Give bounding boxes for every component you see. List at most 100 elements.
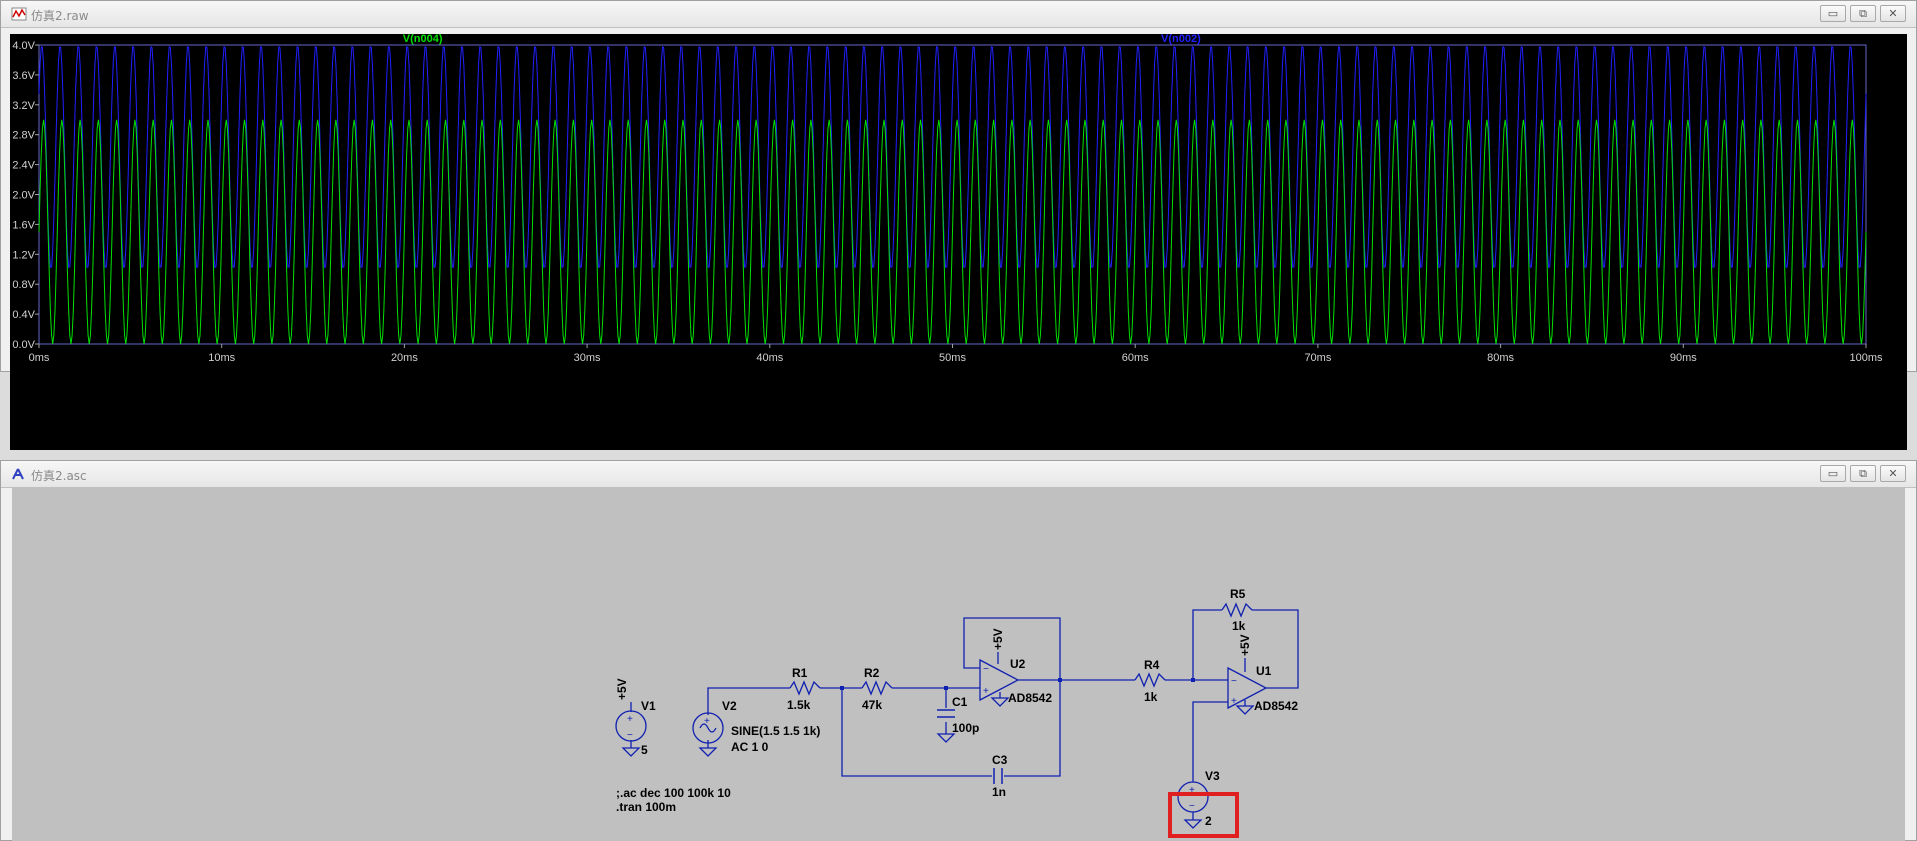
trace-v-n004-[interactable] — [38, 119, 1867, 345]
c1-value[interactable]: 100p — [952, 721, 979, 735]
v2-value[interactable]: SINE(1.5 1.5 1k) — [731, 724, 820, 738]
plus-sign: + — [704, 716, 710, 727]
x-tick-label: 70ms — [1304, 352, 1331, 364]
highlight-box — [1168, 792, 1239, 838]
c3-value[interactable]: 1n — [992, 785, 1006, 799]
v3-name[interactable]: V3 — [1205, 769, 1220, 783]
x-tick-label: 40ms — [756, 352, 783, 364]
plus-sign: + — [627, 714, 633, 725]
c3-name[interactable]: C3 — [992, 753, 1008, 767]
ground-icon — [1183, 819, 1203, 829]
u2-name[interactable]: U2 — [1010, 657, 1026, 671]
x-tick-label: 50ms — [939, 352, 966, 364]
y-tick-label: 2.8V — [12, 130, 35, 142]
resistor-r1-symbol[interactable] — [789, 680, 821, 696]
c1-name[interactable]: C1 — [952, 695, 968, 709]
ground-icon — [990, 697, 1010, 707]
resistor-r2-symbol[interactable] — [861, 680, 893, 696]
minimize-icon: ▭ — [1827, 7, 1839, 20]
junction-dot — [944, 686, 948, 690]
v2-name[interactable]: V2 — [722, 699, 737, 713]
u1-name[interactable]: U1 — [1256, 664, 1272, 678]
opamp-minus: − — [983, 664, 989, 675]
restore-button[interactable]: ⧉ — [1850, 465, 1876, 482]
close-icon: ✕ — [1888, 7, 1898, 20]
u2-model[interactable]: AD8542 — [1008, 691, 1052, 705]
u1-model[interactable]: AD8542 — [1254, 699, 1298, 713]
r4-value[interactable]: 1k — [1144, 690, 1158, 704]
wire-v2-r1[interactable] — [707, 687, 790, 715]
r1-value[interactable]: 1.5k — [787, 698, 811, 712]
close-button[interactable]: ✕ — [1880, 5, 1906, 22]
r4-name[interactable]: R4 — [1144, 658, 1160, 672]
spice-directive-ac[interactable]: ;.ac dec 100 100k 10 — [616, 786, 731, 800]
wires — [630, 609, 1299, 820]
schematic-canvas[interactable]: + − + + − − + − + V1 5 +5V V2 SINE(1.5 1… — [12, 487, 1905, 841]
v1-value[interactable]: 5 — [641, 743, 648, 757]
x-tick-label: 10ms — [208, 352, 235, 364]
junction-dot — [840, 686, 844, 690]
waveform-titlebar[interactable]: 仿真2.raw ▭ ⧉ ✕ — [1, 1, 1916, 28]
v1-rail[interactable]: +5V — [615, 678, 629, 700]
minimize-button[interactable]: ▭ — [1820, 5, 1846, 22]
u2-rail[interactable]: +5V — [991, 628, 1005, 650]
schematic-drawing[interactable]: + − + + − − + − + V1 5 +5V V2 SINE(1.5 1… — [12, 487, 1905, 841]
r1-name[interactable]: R1 — [792, 666, 808, 680]
ground-icon — [1235, 705, 1255, 715]
close-icon: ✕ — [1888, 467, 1898, 480]
y-tick-label: 2.0V — [12, 190, 35, 202]
r2-name[interactable]: R2 — [864, 666, 880, 680]
opamp-plus: + — [983, 686, 989, 697]
trace-legend-label[interactable]: V(n004) — [403, 33, 443, 45]
minus-sign: − — [1189, 801, 1195, 812]
waveform-window-title: 仿真2.raw — [31, 9, 89, 23]
x-tick-label: 100ms — [1849, 352, 1883, 364]
schematic-titlebar[interactable]: 仿真2.asc ▭ ⧉ ✕ — [1, 461, 1916, 488]
y-tick-label: 3.2V — [12, 100, 35, 112]
waveform-plot-area[interactable]: 4.0V 3.6V 3.2V 2.8V 2.4V 2.0V 1.6V 1.2V 0.8V 0.4V… — [10, 33, 1907, 450]
x-tick-label: 30ms — [574, 352, 601, 364]
junction-dot — [1058, 678, 1062, 682]
ground-icon — [936, 733, 956, 743]
y-tick-label: 1.6V — [12, 219, 35, 231]
minimize-icon: ▭ — [1827, 467, 1839, 480]
ground-icon — [621, 747, 641, 757]
r5-value[interactable]: 1k — [1232, 619, 1246, 633]
restore-icon: ⧉ — [1859, 7, 1867, 20]
x-tick-label: 80ms — [1487, 352, 1514, 364]
y-tick-label: 0.8V — [12, 279, 35, 291]
restore-button[interactable]: ⧉ — [1850, 5, 1876, 22]
y-tick-label: 1.2V — [12, 249, 35, 261]
restore-icon: ⧉ — [1859, 467, 1867, 480]
ground-icon — [698, 747, 718, 757]
x-tick-label: 20ms — [391, 352, 418, 364]
schematic-window-title: 仿真2.asc — [31, 469, 87, 483]
x-tick-label: 90ms — [1670, 352, 1697, 364]
spice-directive-tran[interactable]: .tran 100m — [616, 800, 676, 814]
waveform-plot[interactable]: 4.0V 3.6V 3.2V 2.8V 2.4V 2.0V 1.6V 1.2V 0.8V 0.4V… — [10, 33, 1907, 450]
schematic-app-icon — [12, 468, 24, 480]
v3-value[interactable]: 2 — [1205, 814, 1212, 828]
minimize-button[interactable]: ▭ — [1820, 465, 1846, 482]
opamp-minus: − — [1231, 676, 1237, 687]
y-tick-label: 2.4V — [12, 160, 35, 172]
u1-rail[interactable]: +5V — [1238, 634, 1252, 656]
junction-dot — [1191, 678, 1195, 682]
x-tick-label: 60ms — [1122, 352, 1149, 364]
y-tick-label: 3.6V — [12, 70, 35, 82]
y-tick-label: 0.0V — [12, 339, 35, 351]
waveform-app-icon — [11, 7, 27, 21]
minus-sign: − — [627, 730, 633, 741]
y-tick-label: 0.4V — [12, 309, 35, 321]
v2-ac[interactable]: AC 1 0 — [731, 740, 769, 754]
close-button[interactable]: ✕ — [1880, 465, 1906, 482]
y-tick-label: 4.0V — [12, 40, 35, 52]
wire-r5-loop[interactable] — [1192, 609, 1222, 680]
r5-name[interactable]: R5 — [1230, 587, 1246, 601]
resistor-r4-symbol[interactable] — [1134, 672, 1166, 688]
resistor-r5-symbol[interactable] — [1221, 602, 1253, 618]
v1-name[interactable]: V1 — [641, 699, 656, 713]
opamp-plus: + — [1231, 696, 1237, 707]
r2-value[interactable]: 47k — [862, 698, 882, 712]
trace-legend-label[interactable]: V(n002) — [1161, 33, 1201, 45]
